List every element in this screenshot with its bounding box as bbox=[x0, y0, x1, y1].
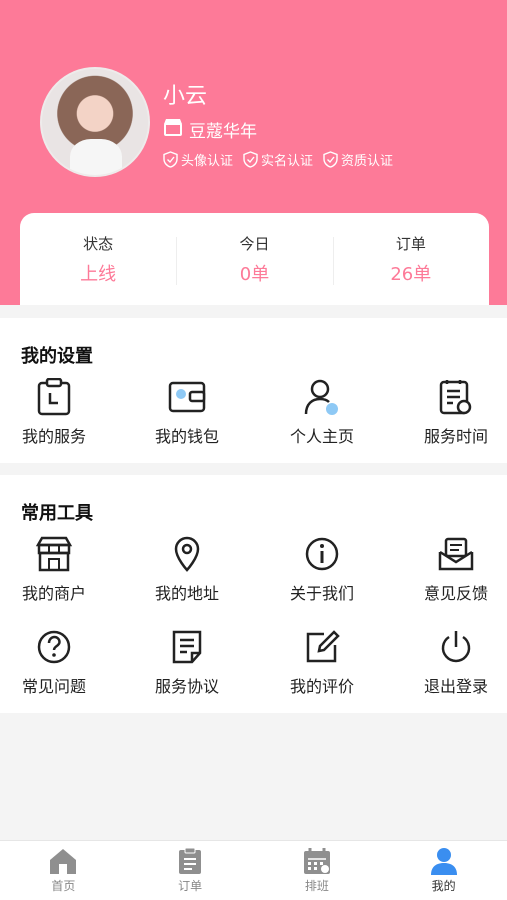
stats-card: 状态 上线 今日 0单 订单 26单 bbox=[20, 213, 489, 305]
tools-item-merchant[interactable]: 我的商户 bbox=[0, 532, 114, 604]
tools-item-logout[interactable]: 退出登录 bbox=[396, 625, 507, 697]
schedule-list-icon bbox=[439, 380, 472, 415]
shield-check-icon bbox=[163, 151, 178, 168]
tools-item-address[interactable]: 我的地址 bbox=[127, 532, 247, 604]
shield-check-icon bbox=[243, 151, 258, 168]
clipboard-clock-icon bbox=[37, 378, 71, 416]
verif-avatar: 头像认证 bbox=[163, 150, 233, 169]
tools-item-agreement[interactable]: 服务协议 bbox=[127, 625, 247, 697]
user-icon bbox=[430, 848, 457, 875]
avatar[interactable] bbox=[40, 67, 150, 177]
tab-mine[interactable]: 我的 bbox=[380, 841, 507, 900]
verification-badges: 头像认证 实名认证 资质认证 bbox=[163, 150, 393, 169]
shop-name[interactable]: 豆蔻华年 bbox=[163, 117, 257, 142]
tools-item-reviews[interactable]: 我的评价 bbox=[262, 625, 382, 697]
settings-item-service-time[interactable]: 服务时间 bbox=[396, 375, 507, 447]
tools-item-feedback[interactable]: 意见反馈 bbox=[396, 532, 507, 604]
verif-realname: 实名认证 bbox=[243, 150, 313, 169]
tab-home[interactable]: 首页 bbox=[0, 841, 127, 900]
bottom-tab-bar: 首页 订单 排班 我的 bbox=[0, 840, 507, 900]
settings-card: 我的设置 我的服务 我的钱包 个人主页 服务时间 bbox=[0, 318, 507, 463]
stat-status[interactable]: 状态 上线 bbox=[20, 233, 176, 286]
home-icon bbox=[50, 849, 77, 874]
settings-item-profile-page[interactable]: 个人主页 bbox=[262, 375, 382, 447]
info-icon bbox=[305, 537, 339, 571]
person-icon bbox=[304, 379, 338, 415]
power-icon bbox=[441, 631, 471, 663]
shield-check-icon bbox=[323, 151, 338, 168]
edit-icon bbox=[306, 630, 340, 663]
settings-item-my-service[interactable]: 我的服务 bbox=[0, 375, 114, 447]
document-icon bbox=[172, 630, 202, 664]
question-icon bbox=[37, 630, 71, 664]
order-icon bbox=[179, 847, 202, 874]
wallet-icon bbox=[168, 381, 206, 413]
stat-today[interactable]: 今日 0单 bbox=[176, 233, 332, 286]
verif-qualification: 资质认证 bbox=[323, 150, 393, 169]
store-icon bbox=[163, 118, 183, 141]
user-name: 小云 bbox=[163, 84, 208, 109]
feedback-mail-icon bbox=[438, 537, 474, 571]
calendar-icon bbox=[303, 848, 330, 874]
tools-title: 常用工具 bbox=[21, 503, 93, 524]
tab-orders[interactable]: 订单 bbox=[127, 841, 254, 900]
tab-schedule[interactable]: 排班 bbox=[254, 841, 381, 900]
storefront-icon bbox=[35, 536, 73, 572]
settings-item-wallet[interactable]: 我的钱包 bbox=[127, 375, 247, 447]
stat-orders[interactable]: 订单 26单 bbox=[332, 233, 489, 286]
shop-label: 豆蔻华年 bbox=[189, 122, 257, 142]
settings-title: 我的设置 bbox=[21, 346, 93, 367]
tools-item-faq[interactable]: 常见问题 bbox=[0, 625, 114, 697]
tools-item-about[interactable]: 关于我们 bbox=[262, 532, 382, 604]
profile-header: 小云 豆蔻华年 头像认证 实名认证 资质认证 状态 上线 今日 0单 订单 26… bbox=[0, 0, 507, 305]
location-pin-icon bbox=[174, 536, 200, 572]
tools-card: 常用工具 我的商户 我的地址 关于我们 意见反馈 常见问题 服务协议 我的评价 … bbox=[0, 475, 507, 713]
